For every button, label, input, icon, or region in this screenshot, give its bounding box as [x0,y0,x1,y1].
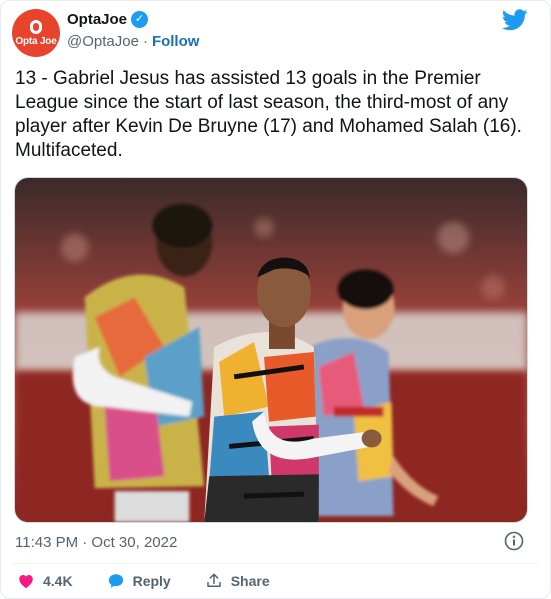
tweet-timestamp[interactable]: 11:43 PM · Oct 30, 2022 [15,534,177,551]
reply-label: Reply [132,573,171,589]
avatar[interactable]: Opta Joe [12,9,60,57]
like-button[interactable]: 4.4K [17,572,73,590]
actions-divider [13,563,538,564]
display-name[interactable]: OptaJoe [67,11,127,28]
share-label: Share [230,573,270,589]
tweet-card: Opta Joe OptaJoe ✓ @OptaJoe · Follow 13 … [0,0,551,599]
share-button[interactable]: Share [205,572,270,590]
reply-bubble-icon [108,574,123,588]
heart-icon [19,575,33,589]
follow-link[interactable]: Follow [152,33,200,50]
author-info: OptaJoe ✓ @OptaJoe · Follow [67,11,199,50]
handle-separator: · [142,33,148,50]
avatar-logo-text: Opta Joe [15,35,57,47]
tweet-photo[interactable] [14,177,528,523]
tweet-text: 13 - Gabriel Jesus has assisted 13 goals… [15,68,522,161]
handle[interactable]: @OptaJoe [67,33,139,50]
like-count: 4.4K [43,573,73,589]
tweet-actions: 4.4K Reply Share [17,572,304,590]
verified-badge-icon: ✓ [131,11,149,28]
opta-logo-glyph [30,19,42,34]
share-icon [206,573,221,587]
info-icon[interactable] [504,531,524,551]
reply-button[interactable]: Reply [107,572,171,590]
twitter-bird-icon[interactable] [502,9,528,31]
